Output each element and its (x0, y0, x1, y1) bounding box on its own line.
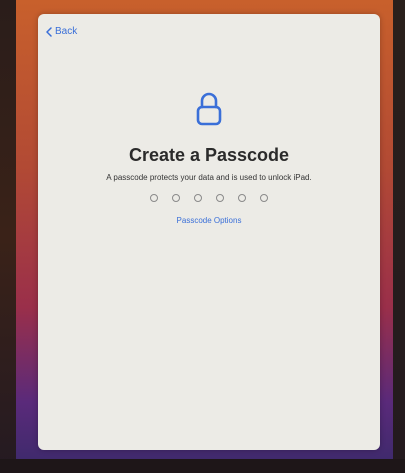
device-bezel-bottom (0, 459, 405, 473)
page-subtitle: A passcode protects your data and is use… (106, 173, 312, 182)
device-bezel-left (0, 0, 16, 473)
passcode-dot (172, 194, 180, 202)
device-bezel-right (393, 0, 405, 473)
passcode-dot (216, 194, 224, 202)
passcode-dot (238, 194, 246, 202)
ipad-screen: Back Create a Passcode A passcode protec… (0, 0, 405, 473)
passcode-dot (150, 194, 158, 202)
setup-sheet: Back Create a Passcode A passcode protec… (38, 14, 380, 450)
passcode-options-link[interactable]: Passcode Options (38, 216, 380, 225)
back-label: Back (55, 26, 78, 37)
chevron-left-icon (46, 26, 52, 37)
passcode-dot (194, 194, 202, 202)
lock-icon (196, 92, 222, 131)
passcode-dot (260, 194, 268, 202)
back-button[interactable]: Back (46, 26, 77, 37)
passcode-dots[interactable] (38, 194, 380, 202)
page-title: Create a Passcode (128, 145, 290, 165)
